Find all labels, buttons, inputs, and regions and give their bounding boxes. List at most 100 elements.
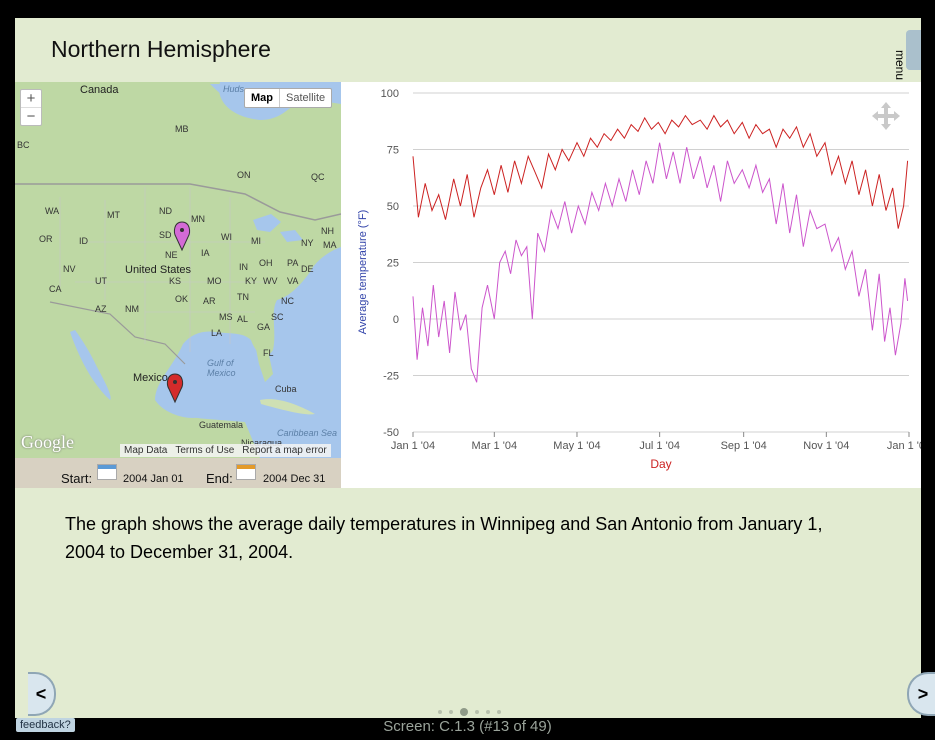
map-label-ks: KS [169,276,182,286]
date-range-bar: Start: 2004 Jan 01 End: 2004 Dec 31 [15,458,341,488]
map-label-bc: BC [17,140,30,150]
map-label-id: ID [79,236,88,246]
zoom-in-button[interactable]: + [21,90,41,108]
y-tick-label: 25 [387,258,399,270]
map-label-on: ON [237,170,251,180]
map-label-qc: QC [311,172,325,182]
page-dot[interactable] [475,710,479,714]
map-label-ga: GA [257,322,271,332]
x-tick-label: Jan 1 '04 [391,440,435,452]
map-label-guatemala: Guatemala [199,420,244,430]
menu-label: menu [893,50,907,81]
map-label-nv: NV [63,264,76,274]
map-label-ny: NY [301,238,314,248]
page-dot[interactable] [497,710,501,714]
map-label-ut: UT [95,276,107,286]
previous-screen-button[interactable]: < [28,672,56,716]
map-type-satellite-button[interactable]: Satellite [279,89,331,107]
map-label-al: AL [237,314,249,324]
map-label-ms: MS [219,312,233,322]
map-label-ok: OK [175,294,189,304]
map-label-mexico: Mexico [133,372,168,384]
start-calendar-icon[interactable] [97,464,117,480]
map-label-sd: SD [159,230,172,240]
map-label-oh: OH [259,258,273,268]
map-label-nc: NC [281,296,294,306]
x-tick-label: Sep 1 '04 [721,440,767,452]
map-label-mt: MT [107,210,120,220]
map-label-canada: Canada [80,84,119,96]
map-type-map-button[interactable]: Map [245,89,279,107]
series-line-0[interactable] [412,114,909,229]
map-label-mi: MI [251,236,261,246]
slide-frame: Northern Hemisphere menu Canada Huds MB … [15,18,935,718]
menu-tab[interactable]: menu [893,30,921,80]
map-label-pa: PA [287,258,299,268]
end-calendar-icon[interactable] [236,464,256,480]
x-tick-label: Nov 1 '04 [803,440,849,452]
map-label-nm: NM [125,304,139,314]
map-type-control[interactable]: Map Satellite [244,88,333,108]
map-label-us: United States [125,264,192,276]
page-dot[interactable] [449,710,453,714]
map-label-sc: SC [271,312,284,322]
x-axis-label: Day [650,457,671,471]
map-label-fl: FL [263,348,274,358]
temperature-chart[interactable]: 100 75 50 25 0 -25 -50 Jan 1 '04 Mar 1 '04 May 1… [341,82,931,488]
map-label-nd: ND [159,206,172,216]
page-dot-active[interactable] [460,708,468,716]
end-date-value[interactable]: 2004 Dec 31 [263,473,325,485]
page-dot[interactable] [438,710,442,714]
x-tick-label: Jul 1 '04 [639,440,680,452]
terms-of-use-link[interactable]: Terms of Use [171,444,238,457]
map-label-tn: TN [237,292,249,302]
map-label-hudson: Huds [223,84,245,94]
map-label-wi: WI [221,232,232,242]
map-label-va: VA [287,276,299,286]
end-label: End: [206,471,233,486]
start-date-value[interactable]: 2004 Jan 01 [123,473,184,485]
y-tick-label: 50 [387,201,399,213]
google-logo[interactable]: Google [21,432,74,453]
page-title: Northern Hemisphere [51,36,271,62]
map-label-nh: NH [321,226,334,236]
map-label-ky: KY [245,276,258,286]
y-tick-label: 100 [381,88,399,100]
page-dot[interactable] [486,710,490,714]
map-label-wv: WV [263,276,278,286]
chart-caption: The graph shows the average daily temper… [65,514,823,562]
x-tick-label: Mar 1 '04 [472,440,518,452]
map-label-mb: MB [175,124,189,134]
map-view[interactable]: Canada Huds MB BC ON QC WA MT ND MN OR I… [15,82,341,458]
map-label-mn: MN [191,214,205,224]
map-label-in: IN [239,262,248,272]
map-data-link[interactable]: Map Data [120,444,171,457]
map-label-caribbean: Caribbean Sea [277,428,338,438]
y-tick-label: -50 [383,427,399,439]
map-label-ne: NE [165,250,178,260]
map-label-ca: CA [49,284,62,294]
y-axis-label: Average temperature (°F) [357,210,369,335]
map-label-cuba: Cuba [275,384,297,394]
start-label: Start: [61,471,93,486]
y-tick-label: 0 [393,314,399,326]
map-label-la: LA [211,328,223,338]
page-dots [438,708,501,716]
report-map-error-link[interactable]: Report a map error [238,444,330,457]
map-label-mo: MO [207,276,222,286]
map-label-ar: AR [203,296,216,306]
x-tick-label: May 1 '04 [553,440,600,452]
map-zoom-control[interactable]: + − [20,89,42,126]
pan-icon[interactable] [872,102,900,130]
y-tick-label: 75 [387,145,399,157]
map-label-or: OR [39,234,53,244]
map-label-gulf: Gulf of Mexico [207,358,236,378]
map-label-az: AZ [95,304,107,314]
zoom-out-button[interactable]: − [21,108,41,125]
next-screen-button[interactable]: > [907,672,935,716]
map-label-wa: WA [45,206,60,216]
map-label-ma: MA [323,240,337,250]
x-tick-label: Jan 1 '05 [887,440,921,452]
map-label-de: DE [301,264,314,274]
y-tick-label: -25 [383,371,399,383]
